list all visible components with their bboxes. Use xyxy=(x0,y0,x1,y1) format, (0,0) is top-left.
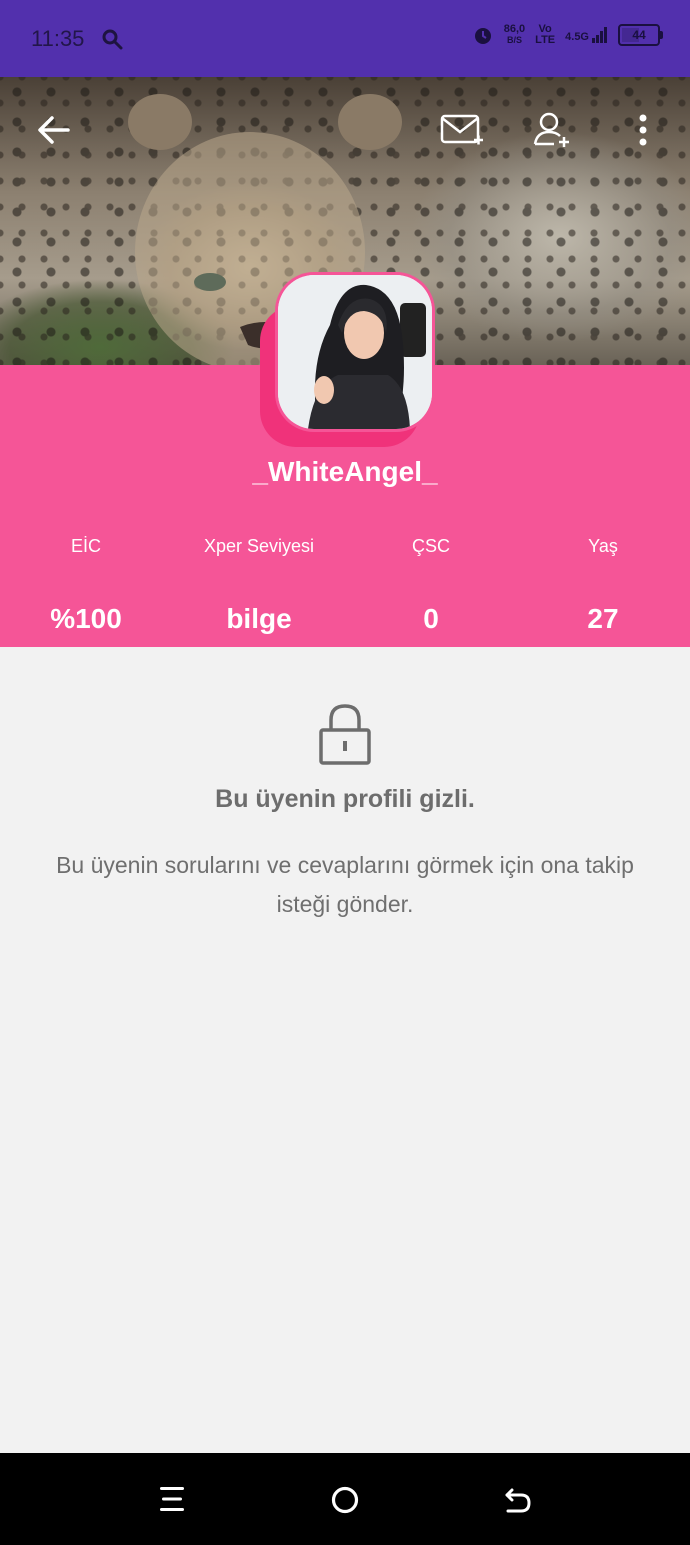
avatar-illustration xyxy=(278,275,432,429)
battery-icon: 44 xyxy=(618,24,663,46)
home-circle-icon[interactable] xyxy=(330,1485,360,1515)
more-vert-icon[interactable] xyxy=(636,114,650,148)
volte-bottom: LTE xyxy=(535,34,556,46)
follow-user-icon[interactable] xyxy=(532,110,572,150)
network-type: 4.5G xyxy=(565,31,589,43)
stat-value-xper-level: bilge xyxy=(226,603,292,634)
speed-value: 86,0 xyxy=(503,23,526,35)
private-profile-title: Bu üyenin profili gizli. xyxy=(215,785,475,813)
navigation-bar xyxy=(0,1453,690,1545)
stat-value-eic: %100 xyxy=(50,603,122,634)
signal-icon xyxy=(592,27,607,43)
speed-unit: B/S xyxy=(506,35,522,45)
status-bar: 11:35 86,0 B/S Vo LTE 4.5G 44 xyxy=(0,0,690,77)
volte-indicator: Vo LTE xyxy=(535,24,555,46)
username: _WhiteAngel_ xyxy=(252,456,438,487)
back-return-icon[interactable] xyxy=(503,1485,533,1515)
stat-label-eic: EİC xyxy=(70,536,101,556)
stat-value-age: 27 xyxy=(587,603,619,634)
stat-label-csc: ÇSC xyxy=(411,536,450,556)
menu-icon[interactable] xyxy=(158,1485,186,1513)
status-icons: 86,0 B/S Vo LTE 4.5G 44 xyxy=(472,24,663,46)
avatar[interactable] xyxy=(278,275,432,429)
signal-group: 4.5G xyxy=(565,27,608,43)
back-arrow-icon[interactable] xyxy=(36,112,72,148)
lock-icon xyxy=(319,704,371,765)
battery-level: 44 xyxy=(632,28,646,42)
status-time: 11:35 xyxy=(31,26,85,51)
private-profile-description: Bu üyenin sorularını ve cevaplarını görm… xyxy=(56,852,634,917)
alarm-icon xyxy=(474,28,491,44)
search-icon xyxy=(102,29,123,50)
network-speed: 86,0 B/S xyxy=(504,24,525,46)
stat-value-csc: 0 xyxy=(423,603,439,634)
stat-label-xper-level: Xper Seviyesi xyxy=(203,536,315,556)
message-add-icon[interactable] xyxy=(440,112,484,150)
avatar-container xyxy=(260,275,432,447)
stat-label-age: Yaş xyxy=(588,536,618,556)
